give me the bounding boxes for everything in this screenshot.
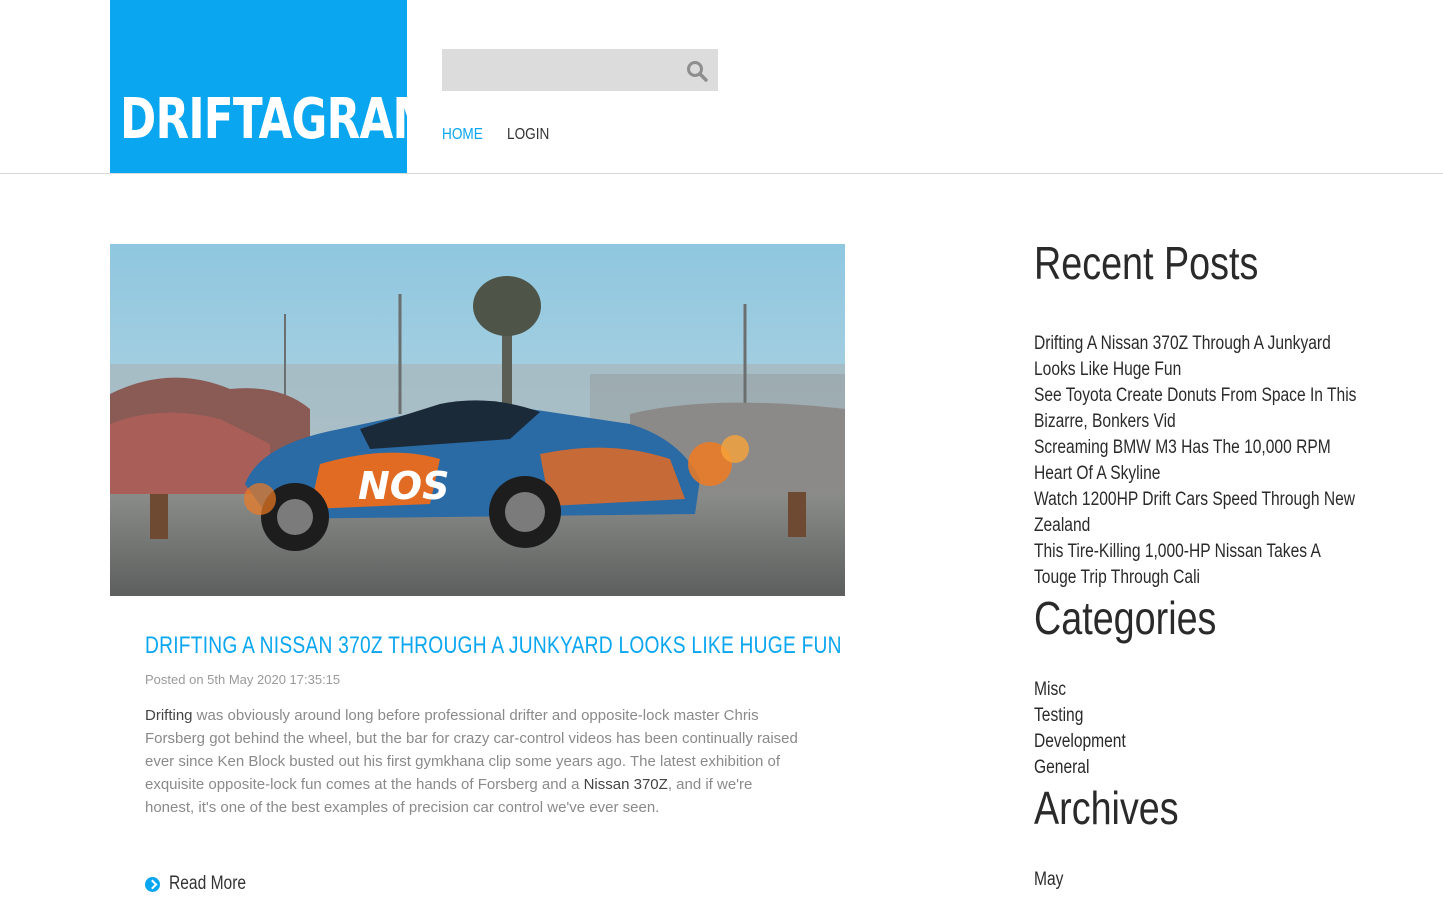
archives-list: May [1034,867,1374,893]
post-date: Posted on 5th May 2020 17:35:15 [145,672,341,687]
recent-post-item[interactable]: Watch 1200HP Drift Cars Speed Through Ne… [1034,487,1374,539]
nav-login[interactable]: LOGIN [507,126,549,144]
svg-text:NOS: NOS [358,464,449,508]
category-item-general[interactable]: General [1034,755,1374,781]
post-hero-image[interactable]: NOS [110,244,845,596]
search-input[interactable] [442,49,672,91]
archive-item-may[interactable]: May [1034,867,1374,893]
category-item-development[interactable]: Development [1034,729,1374,755]
search-bar [442,49,718,91]
post-excerpt: Drifting was obviously around long befor… [145,704,805,819]
post-card: DRIFTING A NISSAN 370Z THROUGH A JUNKYAR… [110,596,845,912]
sidebar: Recent Posts Drifting A Nissan 370Z Thro… [1034,240,1374,893]
read-more-link[interactable]: Read More [145,873,263,895]
search-icon[interactable] [685,59,709,83]
read-more-label: Read More [169,873,247,894]
link-nissan-370z[interactable]: Nissan 370Z [584,776,668,793]
category-item-misc[interactable]: Misc [1034,677,1374,703]
archives-heading: Archives [1034,782,1179,834]
recent-post-item[interactable]: Screaming BMW M3 Has The 10,000 RPM Hear… [1034,435,1374,487]
site-logo[interactable]: DRIFTAGRAM [110,0,436,173]
link-drifting[interactable]: Drifting [145,707,193,724]
recent-post-item[interactable]: See Toyota Create Donuts From Space In T… [1034,383,1374,435]
post-image-illustration: NOS [110,244,845,596]
logo-text: DRIFTAGRAM [120,87,436,152]
nav-home[interactable]: HOME [442,126,497,144]
recent-post-item[interactable]: Drifting A Nissan 370Z Through A Junkyar… [1034,331,1374,383]
main-nav: HOME LOGIN [442,126,557,144]
categories-list: Misc Testing Development General [1034,677,1374,781]
category-item-testing[interactable]: Testing [1034,703,1374,729]
categories-heading: Categories [1034,592,1217,644]
post-title[interactable]: DRIFTING A NISSAN 370Z THROUGH A JUNKYAR… [145,632,842,660]
site-header: DRIFTAGRAM HOME LOGIN [0,0,1443,174]
recent-posts-heading: Recent Posts [1034,237,1259,289]
recent-post-item[interactable]: This Tire-Killing 1,000-HP Nissan Takes … [1034,539,1374,591]
recent-posts-list: Drifting A Nissan 370Z Through A Junkyar… [1034,331,1374,591]
arrow-circle-right-icon [145,876,160,892]
